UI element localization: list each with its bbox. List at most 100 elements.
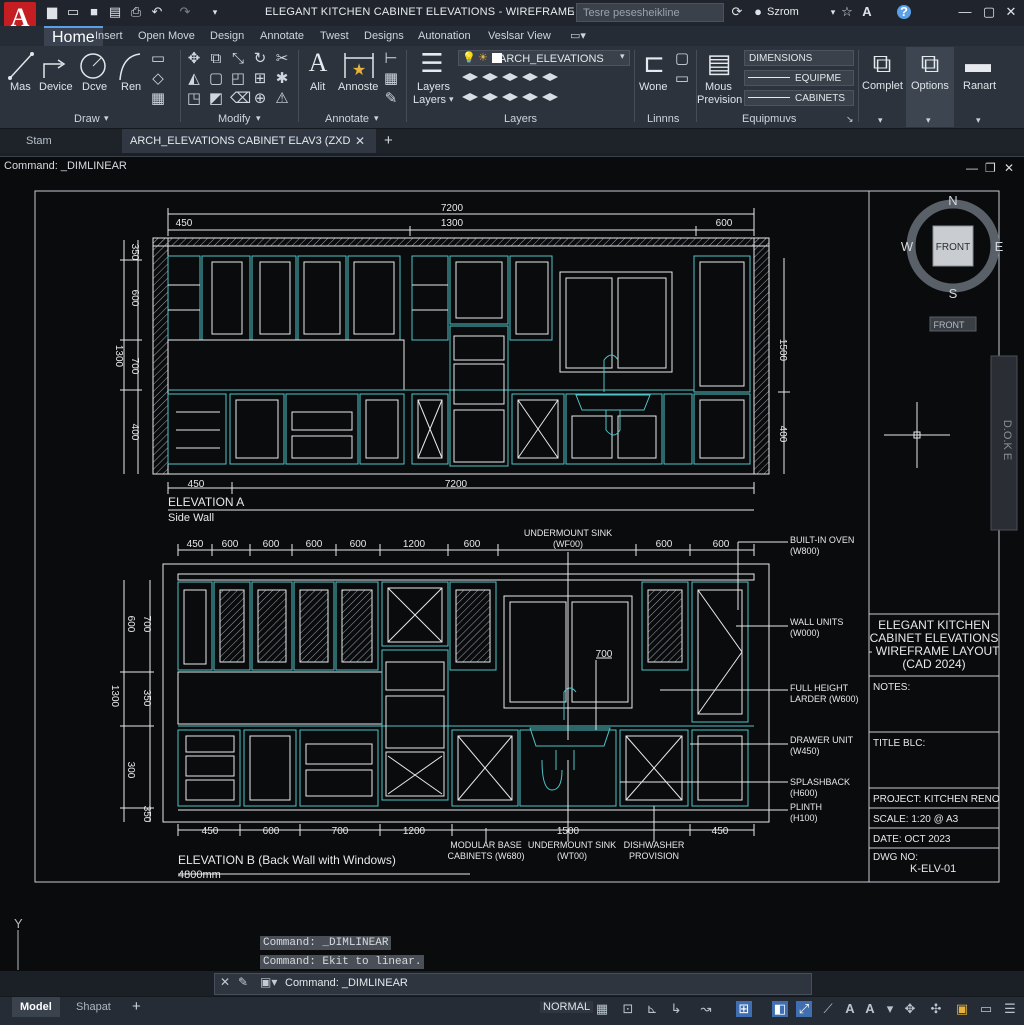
panel-title-equipmuvs[interactable]: Equipmuvs: [742, 113, 796, 125]
command-customize-icon[interactable]: ✎: [238, 975, 248, 989]
user-name[interactable]: Szrom: [767, 6, 799, 18]
help-icon[interactable]: ?: [897, 5, 911, 19]
layout-tab-model[interactable]: Model: [12, 997, 60, 1017]
table-icon[interactable]: ▦: [150, 91, 166, 107]
warning-icon[interactable]: ⚠: [274, 91, 290, 107]
isodraft-icon[interactable]: ↝: [698, 1001, 714, 1017]
status-mode[interactable]: NORMAL: [540, 1001, 594, 1013]
dimensions-combo[interactable]: DIMENSIONS: [744, 50, 854, 66]
workspace-icon[interactable]: ✥: [902, 1001, 918, 1017]
autodesk-a-icon[interactable]: A: [860, 5, 874, 19]
wone-icon[interactable]: ⊏: [638, 48, 670, 78]
layers-button-line1[interactable]: Layers: [417, 81, 450, 93]
command-input[interactable]: Command: _DIMLINEAR: [285, 977, 408, 989]
tab-insert[interactable]: Insert: [95, 28, 123, 44]
command-prompt-icon[interactable]: ▣▾: [260, 975, 277, 989]
options-button[interactable]: Options: [911, 80, 949, 92]
viewport-minimize-icon[interactable]: —: [966, 161, 978, 175]
layout-tab-shapat[interactable]: Shapat: [68, 997, 119, 1017]
maximize-icon[interactable]: ▢: [982, 5, 996, 19]
polar-icon[interactable]: ↳: [668, 1001, 684, 1017]
mtext-icon[interactable]: ✎: [383, 91, 399, 107]
panel-launcher-icon[interactable]: ↘: [846, 114, 854, 125]
lineweight-icon[interactable]: ⤢: [796, 1001, 812, 1017]
annotation-visibility-icon[interactable]: A: [862, 1001, 878, 1017]
search-input[interactable]: Tesre pesesheikline: [576, 3, 724, 22]
rectangle-icon[interactable]: ▭: [150, 51, 166, 67]
viewport-close-icon[interactable]: ✕: [1004, 161, 1014, 175]
annotation-scale-icon[interactable]: A: [842, 1001, 858, 1017]
table-annot-icon[interactable]: ▦: [383, 71, 399, 87]
print-icon[interactable]: ⎙: [129, 5, 143, 19]
doc-tab-start[interactable]: Stam: [18, 129, 118, 153]
move-icon[interactable]: ✥: [186, 51, 202, 67]
redo-icon[interactable]: ↷: [178, 5, 192, 19]
draw-button-dcve[interactable]: Dcve: [82, 81, 107, 93]
object-snap-tracking-icon[interactable]: ◧: [772, 1001, 788, 1017]
limits-tool1-icon[interactable]: ▢: [674, 51, 690, 67]
tab-annotate[interactable]: Annotate: [260, 28, 304, 44]
viewport-restore-icon[interactable]: ❐: [985, 161, 996, 175]
panel-title-modify[interactable]: Modify: [218, 113, 250, 125]
transparency-icon[interactable]: ⟋: [820, 1001, 836, 1017]
new-tab-icon[interactable]: +: [384, 132, 393, 149]
save-icon[interactable]: ■: [87, 5, 101, 19]
ranart-dropdown-icon[interactable]: ▾: [976, 115, 981, 126]
draw-button-device[interactable]: Device: [39, 81, 73, 93]
grid-icon[interactable]: ▦: [594, 1001, 610, 1017]
tab-open-move[interactable]: Open Move: [138, 28, 195, 44]
limits-button-wone[interactable]: Wone: [639, 81, 668, 93]
ranart-icon[interactable]: ▬: [962, 48, 994, 78]
hardware-acceleration-icon[interactable]: ▭: [978, 1001, 994, 1017]
hatch-icon[interactable]: ◇: [150, 71, 166, 87]
equipment-combo[interactable]: EQUIPME: [744, 70, 854, 86]
complet-icon[interactable]: ⧉: [866, 48, 898, 78]
tab-designs[interactable]: Designs: [364, 28, 404, 44]
tab-autonation[interactable]: Autonation: [418, 28, 471, 44]
draw-button-mas[interactable]: Mas: [10, 81, 31, 93]
modify-expand-icon[interactable]: ▾: [256, 113, 261, 124]
erase-icon[interactable]: ⌫: [230, 91, 251, 107]
ranart-button[interactable]: Ranart: [963, 80, 996, 92]
panel-title-limits[interactable]: Linnns: [647, 113, 679, 125]
draw-expand-icon[interactable]: ▾: [104, 113, 109, 124]
layer-combo-dropdown-icon[interactable]: ▾: [620, 51, 625, 62]
join-icon[interactable]: ⊕: [252, 91, 268, 107]
rotate-icon[interactable]: ↻: [252, 51, 268, 67]
command-close-icon[interactable]: ✕: [220, 975, 230, 989]
explode-icon[interactable]: ✱: [274, 71, 290, 87]
panel-title-annotate[interactable]: Annotate: [325, 113, 369, 125]
undo-icon[interactable]: ↶: [150, 5, 164, 19]
units-icon[interactable]: ▣: [954, 1001, 970, 1017]
draw-button-ren[interactable]: Ren: [121, 81, 141, 93]
tab-design[interactable]: Design: [210, 28, 244, 44]
layer-tool-icons[interactable]: [460, 71, 560, 109]
options-icon[interactable]: ⧉: [914, 48, 946, 78]
star-icon[interactable]: ☆: [840, 5, 854, 19]
layers-button-line2[interactable]: Layers: [413, 94, 446, 106]
tab-twest[interactable]: Twest: [320, 28, 349, 44]
leader-icon[interactable]: ⊢: [383, 51, 399, 67]
offset-icon[interactable]: ▢: [208, 71, 224, 87]
panel-title-draw[interactable]: Draw: [74, 113, 100, 125]
annotation-monitor-icon[interactable]: ✣: [928, 1001, 944, 1017]
viewcube[interactable]: FRONT N S W E FRONT: [901, 193, 1004, 332]
tab-veslsar-view[interactable]: Veslsar View: [488, 28, 551, 44]
drawing-svg[interactable]: 7200 450 1300 600 350 600 700 1300 400 1…: [0, 176, 1024, 970]
customization-menu-icon[interactable]: ☰: [1002, 1001, 1018, 1017]
annotate-button-alit[interactable]: Alit: [310, 81, 325, 93]
stretch-icon[interactable]: ⤡: [230, 51, 246, 67]
close-icon[interactable]: ✕: [1004, 5, 1018, 19]
ortho-icon[interactable]: ⊾: [644, 1001, 660, 1017]
trim-icon[interactable]: ✂: [274, 51, 290, 67]
scale-dropdown-icon[interactable]: ▾: [882, 1001, 898, 1017]
cabinets-combo[interactable]: CABINETS: [744, 90, 854, 106]
add-layout-icon[interactable]: +: [124, 997, 149, 1017]
tab-home[interactable]: Home: [44, 26, 103, 46]
complet-button[interactable]: Complet: [862, 80, 903, 92]
annotate-expand-icon[interactable]: ▾: [374, 113, 379, 124]
open-file-icon[interactable]: ▭: [66, 5, 80, 19]
mirror-icon[interactable]: ◭: [186, 71, 202, 87]
new-file-icon[interactable]: ▆: [45, 5, 59, 19]
panel-title-layers[interactable]: Layers: [504, 113, 537, 125]
